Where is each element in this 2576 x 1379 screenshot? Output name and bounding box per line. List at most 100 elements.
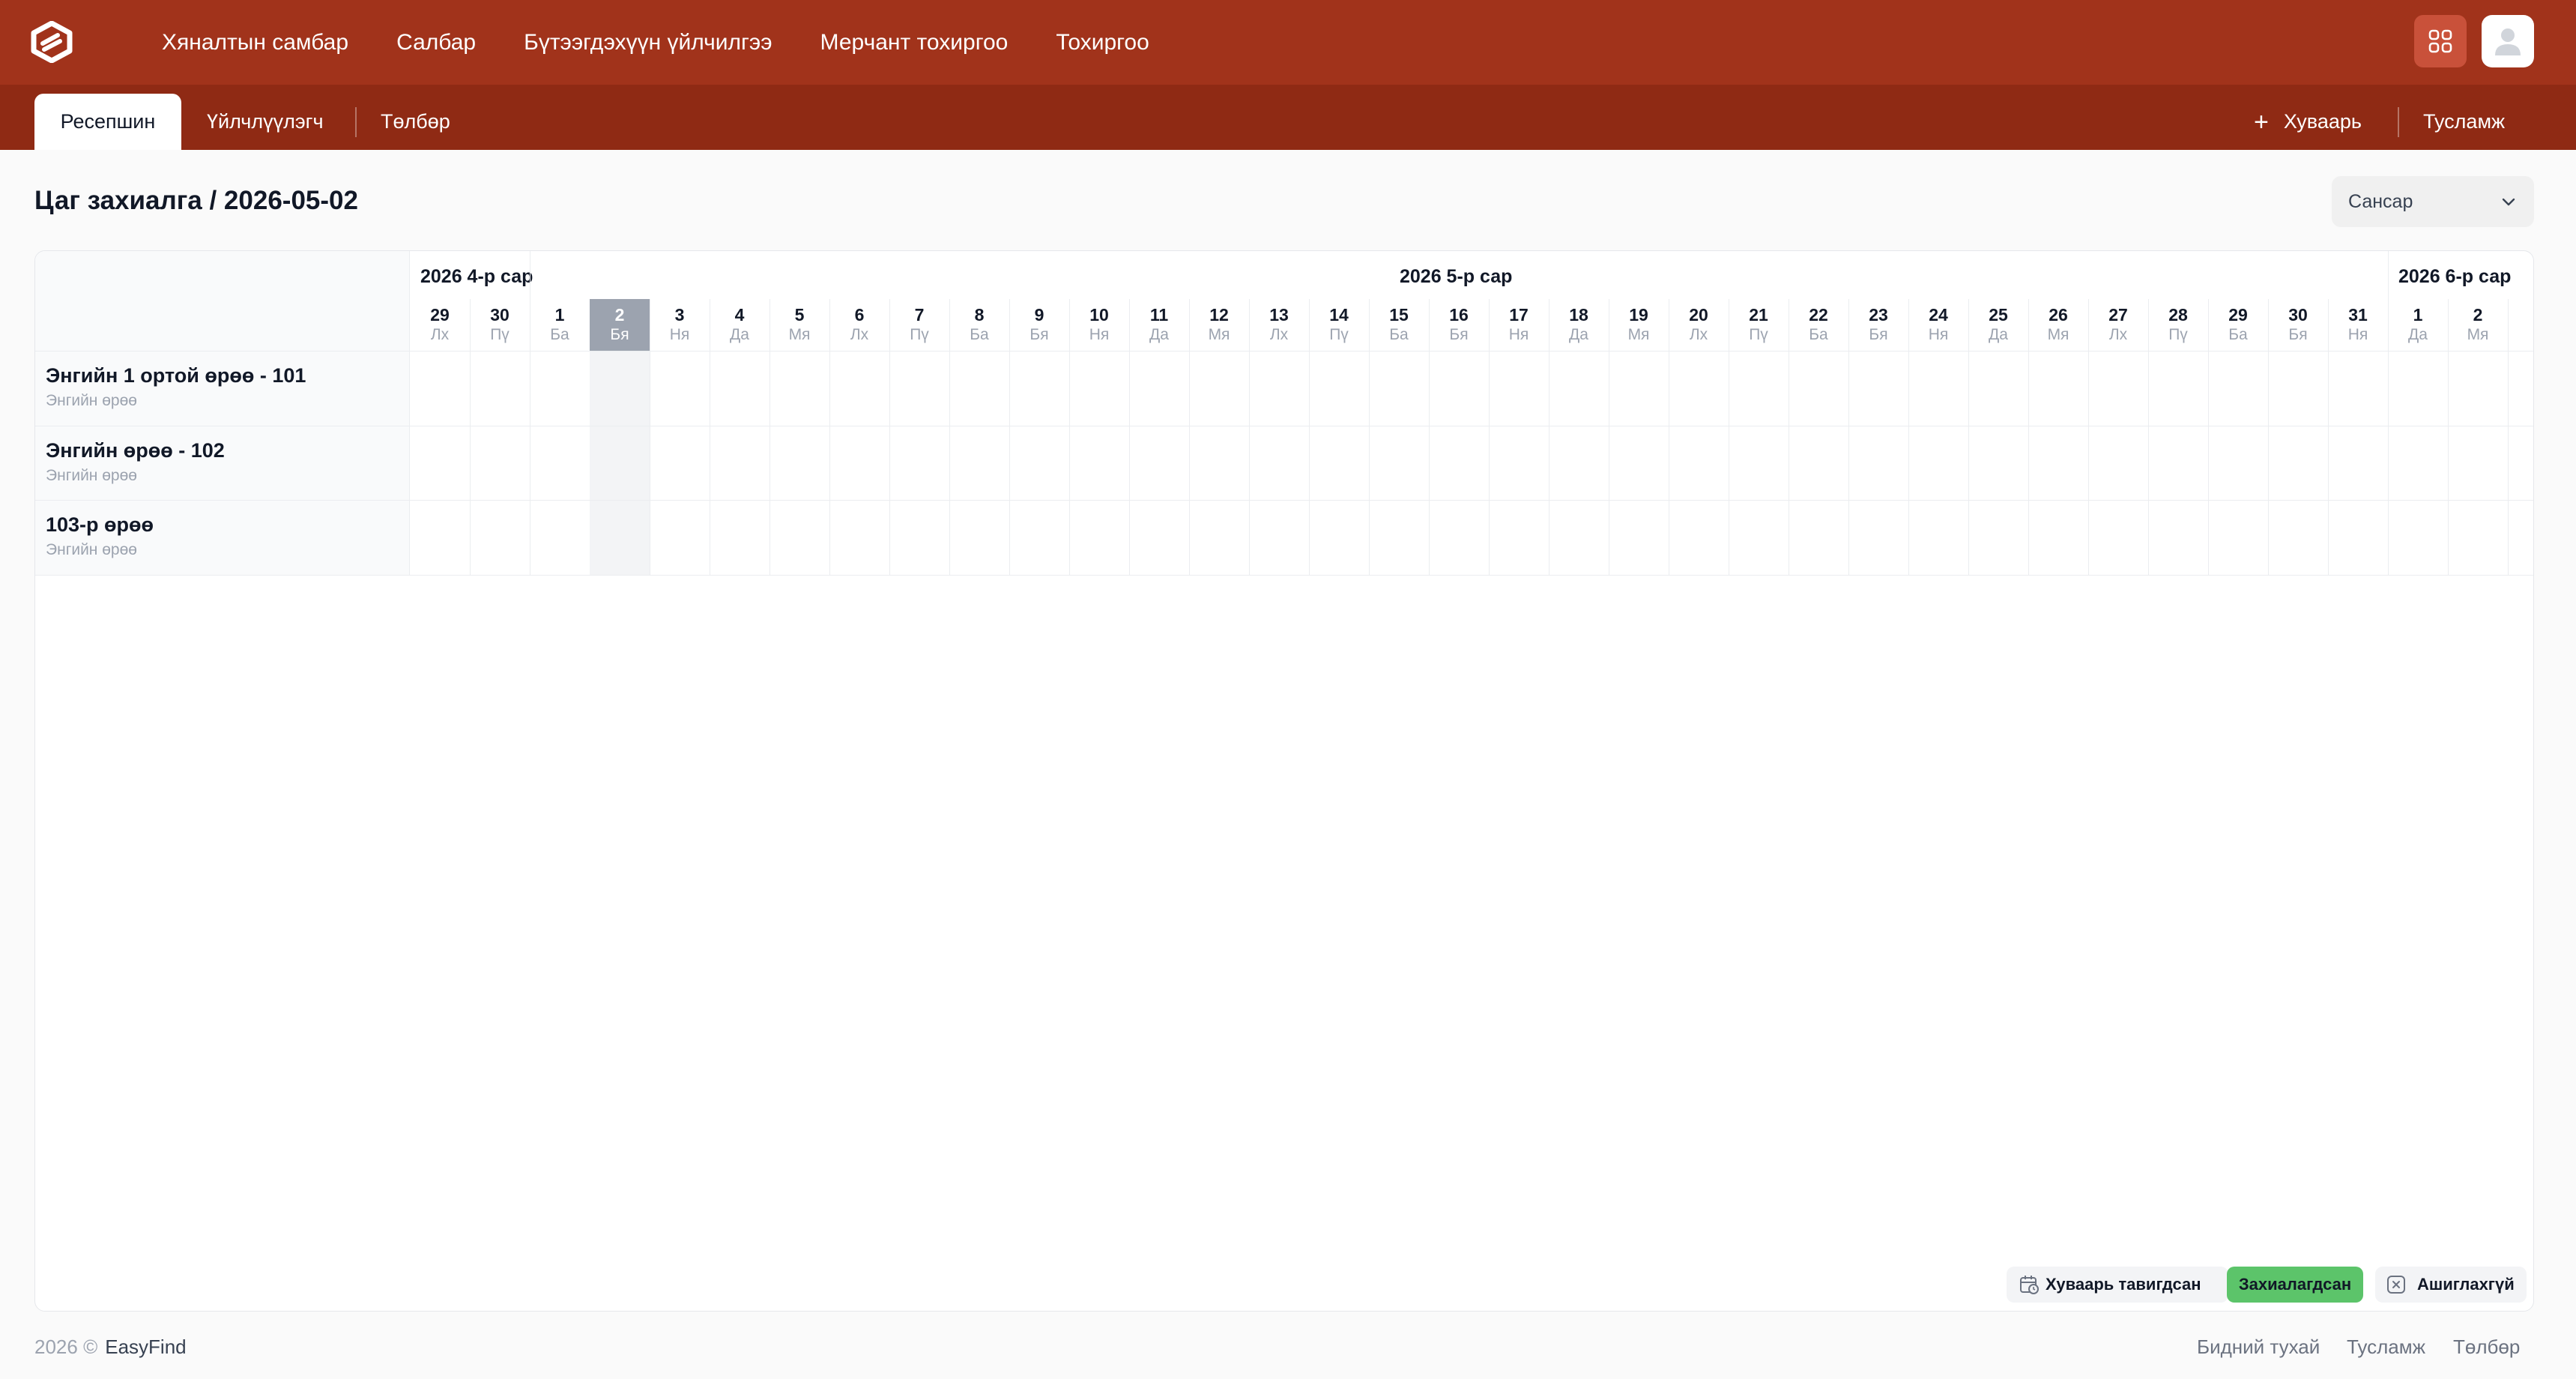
nav-settings[interactable]: Тохиргоо: [1056, 30, 1149, 55]
weekday-label: Лх: [2108, 326, 2128, 343]
weekday-label: Да: [2408, 326, 2428, 343]
day-header[interactable]: 12 Мя: [1189, 299, 1249, 351]
nav-dashboard[interactable]: Хяналтын самбар: [162, 30, 348, 55]
day-number: 13: [1269, 305, 1289, 325]
day-header[interactable]: 21 Пү: [1729, 299, 1789, 351]
page-title: Цаг захиалга / 2026-05-02: [34, 186, 358, 215]
day-header[interactable]: 27 Лх: [2088, 299, 2148, 351]
day-number: 2: [2473, 305, 2483, 325]
day-header[interactable]: 31 Ня: [2328, 299, 2388, 351]
apps-grid-button[interactable]: [2414, 15, 2467, 67]
day-number: 2: [614, 305, 625, 325]
weekday-label: Да: [1569, 326, 1588, 343]
day-header[interactable]: 8 Ба: [949, 299, 1009, 351]
day-number: 19: [1629, 305, 1648, 325]
day-header[interactable]: 15 Ба: [1369, 299, 1429, 351]
tab-payment[interactable]: Төлбөр: [381, 94, 450, 150]
footer-link-payment[interactable]: Төлбөр: [2453, 1336, 2520, 1359]
day-number: 17: [1509, 305, 1529, 325]
day-number: 23: [1869, 305, 1888, 325]
weekday-label: Ба: [550, 326, 569, 343]
day-header[interactable]: 1 Ба: [530, 299, 590, 351]
weekday-label: Лх: [1689, 326, 1708, 343]
room-name[interactable]: 103-р өрөө: [46, 513, 154, 537]
day-header[interactable]: 16 Бя: [1429, 299, 1489, 351]
day-number: 28: [2168, 305, 2188, 325]
day-header[interactable]: 6 Лх: [829, 299, 889, 351]
day-header[interactable]: 17 Ня: [1489, 299, 1549, 351]
day-header[interactable]: 14 Пү: [1309, 299, 1369, 351]
day-header[interactable]: 7 Пү: [889, 299, 949, 351]
help-link[interactable]: Тусламж: [2423, 94, 2505, 150]
room-type: Энгийн өрөө: [46, 466, 137, 484]
room-name[interactable]: Энгийн өрөө - 102: [46, 439, 225, 462]
day-header[interactable]: 23 Бя: [1848, 299, 1908, 351]
day-header[interactable]: 20 Лх: [1669, 299, 1729, 351]
today-column: [590, 351, 650, 575]
weekday-label: Пү: [910, 326, 929, 343]
user-icon: [2495, 28, 2521, 55]
day-header[interactable]: 28 Пү: [2148, 299, 2208, 351]
day-header[interactable]: 2 Мя: [2448, 299, 2508, 351]
day-number: 26: [2049, 305, 2068, 325]
day-header[interactable]: 26 Мя: [2028, 299, 2088, 351]
day-header[interactable]: 5 Мя: [770, 299, 829, 351]
tab-divider: [355, 107, 357, 137]
day-header[interactable]: 4 Да: [710, 299, 770, 351]
legend-scheduled-label: Хуваарь тавигдсан: [2046, 1275, 2201, 1294]
user-avatar-button[interactable]: [2482, 15, 2534, 67]
grid-row-line: [35, 500, 2533, 501]
easyfind-logo-icon[interactable]: [30, 20, 73, 64]
day-header[interactable]: 18 Да: [1549, 299, 1609, 351]
grid-row-line: [35, 574, 2533, 576]
day-header[interactable]: 24 Ня: [1908, 299, 1968, 351]
day-number: 8: [974, 305, 985, 325]
day-header[interactable]: 29 Ба: [2208, 299, 2268, 351]
day-header[interactable]: 3 Ня: [650, 299, 710, 351]
footer-brand[interactable]: EasyFind: [105, 1336, 186, 1358]
nav-products-services[interactable]: Бүтээгдэхүүн үйлчилгээ: [524, 30, 772, 55]
tab-customer[interactable]: Үйлчлүүлэгч: [207, 94, 324, 150]
day-header[interactable]: 30 Бя: [2268, 299, 2328, 351]
room-name[interactable]: Энгийн 1 ортой өрөө - 101: [46, 364, 306, 387]
day-number: 30: [2288, 305, 2308, 325]
nav-merchant-settings[interactable]: Мерчант тохиргоо: [820, 30, 1009, 55]
day-number: 18: [1569, 305, 1588, 325]
legend-booked-label: Захиалагдсан: [2238, 1275, 2352, 1294]
weekday-label: Ня: [1928, 326, 1949, 343]
chevron-down-icon: [2502, 198, 2515, 206]
weekday-label: Ня: [669, 326, 690, 343]
weekday-label: Да: [1989, 326, 2008, 343]
day-number: 6: [854, 305, 865, 325]
day-header[interactable]: 30 Пү: [470, 299, 530, 351]
day-header[interactable]: 1 Да: [2388, 299, 2448, 351]
day-header[interactable]: 11 Да: [1129, 299, 1189, 351]
weekday-label: Ба: [970, 326, 989, 343]
day-header[interactable]: 2 Бя: [590, 299, 650, 351]
nav-branch[interactable]: Салбар: [396, 30, 476, 55]
weekday-label: Пү: [1749, 326, 1768, 343]
day-header[interactable]: 19 Мя: [1609, 299, 1669, 351]
tab-reception[interactable]: Ресепшин: [34, 94, 181, 150]
footer-link-about[interactable]: Бидний тухай: [2197, 1336, 2320, 1359]
day-number: 24: [1929, 305, 1948, 325]
day-header[interactable]: 9 Бя: [1009, 299, 1069, 351]
main-nav: Хяналтын самбар Салбар Бүтээгдэхүүн үйлч…: [162, 0, 1149, 85]
day-header[interactable]: 22 Ба: [1789, 299, 1848, 351]
schedule-button[interactable]: + Хуваарь: [2254, 94, 2362, 150]
footer-link-help[interactable]: Тусламж: [2347, 1336, 2425, 1359]
day-header[interactable]: 13 Лх: [1249, 299, 1309, 351]
day-number: 1: [2413, 305, 2423, 325]
day-header[interactable]: 29 Лх: [410, 299, 470, 351]
weekday-label: Ба: [1389, 326, 1409, 343]
day-header[interactable]: 25 Да: [1968, 299, 2028, 351]
day-number: 3: [674, 305, 685, 325]
weekday-label: Ня: [2347, 326, 2368, 343]
day-number: 29: [430, 305, 450, 325]
month-label: 2026 5-р сар: [1400, 266, 1513, 287]
day-number: 15: [1389, 305, 1409, 325]
day-header[interactable]: 10 Ня: [1069, 299, 1129, 351]
day-number: 25: [1989, 305, 2008, 325]
branch-select[interactable]: Сансар: [2332, 176, 2534, 227]
day-number: 22: [1809, 305, 1828, 325]
